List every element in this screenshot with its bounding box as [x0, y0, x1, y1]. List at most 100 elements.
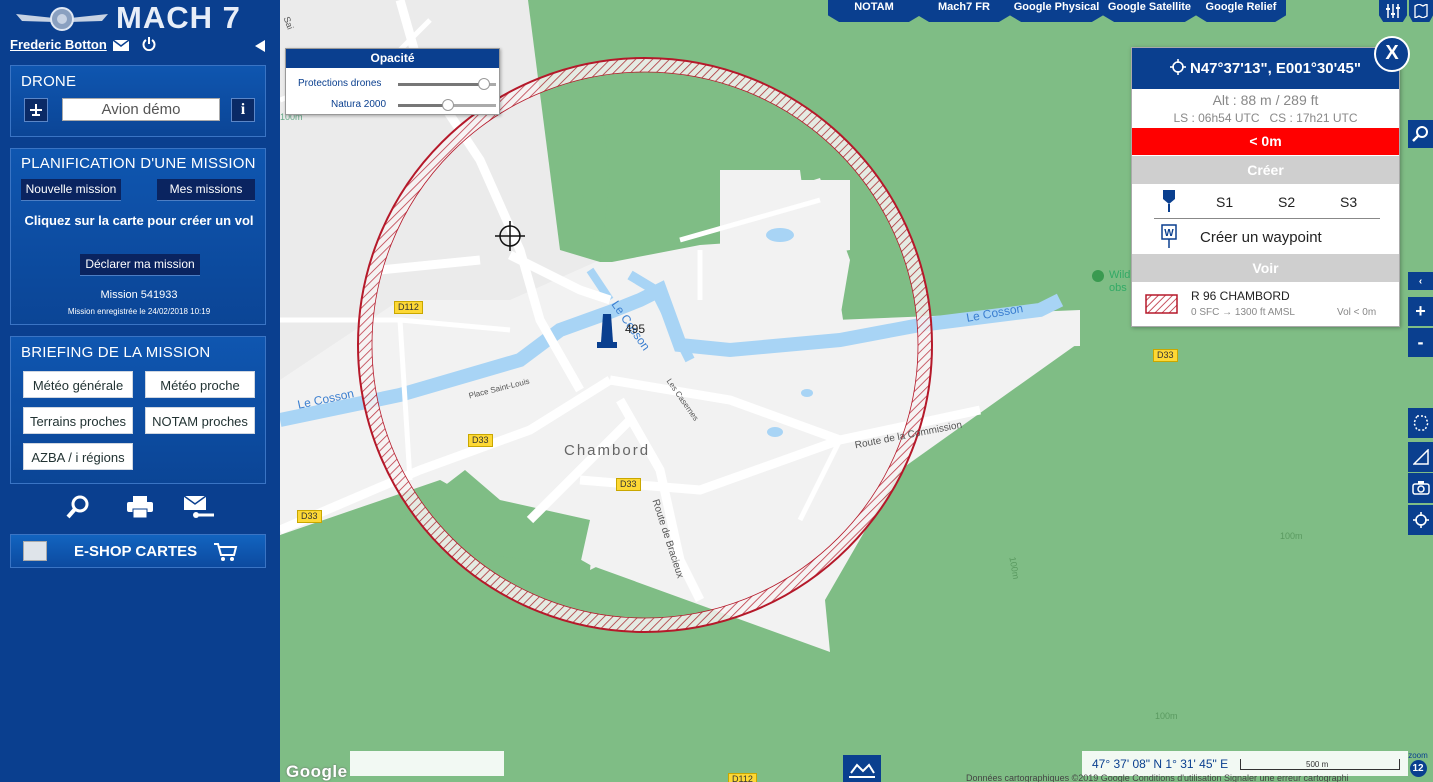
new-mission-button[interactable]: Nouvelle mission [21, 179, 121, 201]
road-label: D33 [468, 434, 493, 447]
divider [1154, 218, 1380, 219]
drone-heading: DRONE [21, 73, 77, 90]
tab-notam[interactable]: NOTAM [828, 0, 920, 22]
cursor-coordinates: 47° 37' 08" N 1° 31' 45" E [1092, 757, 1229, 771]
eshop-button[interactable]: E-SHOP CARTES [10, 534, 266, 568]
polygon-icon[interactable] [1408, 408, 1433, 438]
road-label: D112 [394, 301, 423, 314]
app-logo: MACH 7 [16, 0, 266, 35]
tab-google-physical[interactable]: Google Physical [1010, 0, 1103, 22]
print-icon[interactable] [127, 496, 153, 518]
svg-text:W: W [1164, 228, 1174, 239]
my-missions-button[interactable]: Mes missions [157, 179, 255, 201]
ruler-icon[interactable] [1408, 442, 1433, 472]
close-button[interactable]: X [1374, 36, 1410, 72]
mission-id: Mission 541933 [100, 289, 178, 301]
camera-icon[interactable] [1408, 473, 1433, 503]
road-label: D33 [616, 478, 641, 491]
coordinates-text: N47°37'13", E001°30'45" [1190, 60, 1361, 77]
mail-settings-icon[interactable] [182, 495, 216, 519]
target-icon[interactable] [1408, 505, 1433, 535]
view-heading: Voir [1132, 254, 1399, 282]
opacity-panel: Opacité Protections drones Natura 2000 [285, 48, 500, 115]
map-fold-icon[interactable] [1409, 0, 1433, 22]
cart-icon [214, 543, 238, 561]
user-row: Frederic Botton [10, 37, 270, 55]
tab-google-relief[interactable]: Google Relief [1196, 0, 1286, 22]
info-icon: i [240, 101, 246, 118]
drone-icon [30, 104, 42, 116]
opacity-slider[interactable] [398, 78, 496, 90]
opacity-row-label: Natura 2000 [331, 99, 387, 110]
nearby-airfields-button[interactable]: Terrains proches [23, 407, 133, 434]
slider-knob[interactable] [442, 99, 454, 111]
contour-label: 100m [1155, 711, 1178, 721]
tab-mach7-fr[interactable]: Mach7 FR [918, 0, 1010, 22]
road-label: D33 [297, 510, 322, 523]
slot-s2[interactable]: S2 [1278, 194, 1295, 210]
road-label: D33 [1153, 349, 1178, 362]
slider-fill [398, 104, 447, 107]
opacity-row-label: Protections drones [298, 78, 382, 89]
marker-icon[interactable] [1162, 190, 1176, 212]
briefing-heading: BRIEFING DE LA MISSION [21, 344, 211, 361]
town-label: Chambord [564, 442, 651, 459]
zoom-label: zoom [1408, 751, 1428, 760]
scale-label: 500 m [1306, 760, 1329, 769]
zone-name[interactable]: R 96 CHAMBORD [1191, 289, 1290, 303]
mail-icon[interactable] [112, 39, 130, 52]
general-weather-button[interactable]: Météo générale [23, 371, 133, 398]
info-button[interactable]: i [231, 98, 255, 122]
sidebar: MACH 7 Frederic Botton DRONE Avion démo … [0, 0, 280, 782]
search-result-box [350, 751, 504, 776]
slot-s1[interactable]: S1 [1216, 194, 1233, 210]
map-icon [23, 541, 47, 561]
altitude-text: Alt : 88 m / 289 ft [1212, 92, 1319, 108]
height-label: 495 [625, 322, 646, 336]
opacity-slider[interactable] [398, 99, 496, 111]
zoom-indicator: zoom 12 [1405, 751, 1431, 782]
zoom-value: 12 [1409, 760, 1427, 777]
poi-icon [1092, 270, 1104, 282]
azba-regions-button[interactable]: AZBA / i régions [23, 443, 133, 470]
sidebar-tools [10, 493, 266, 521]
search-icon[interactable] [66, 495, 90, 519]
slider-knob[interactable] [478, 78, 490, 90]
zone-altitude: 0 SFC → 1300 ft AMSL [1191, 307, 1295, 318]
slider-fill [398, 83, 485, 86]
sunrise-text: LS : 06h54 UTC [1173, 111, 1260, 125]
settings-sliders-icon[interactable] [1379, 0, 1407, 22]
road-label: D112 [728, 773, 757, 782]
create-waypoint-link[interactable]: Créer un waypoint [1200, 229, 1322, 246]
restricted-zone-swatch-icon [1145, 294, 1178, 314]
coordinates-header: N47°37'13", E001°30'45" [1132, 48, 1399, 89]
wings-logo-icon [16, 7, 108, 31]
search-icon[interactable] [1408, 120, 1433, 148]
slot-s3[interactable]: S3 [1340, 194, 1357, 210]
height-limit-banner: < 0m [1132, 128, 1399, 155]
collapse-arrow-icon[interactable] [254, 39, 266, 53]
briefing-panel: BRIEFING DE LA MISSION Météo générale Mé… [10, 336, 266, 484]
zoom-out-icon[interactable]: - [1408, 328, 1433, 357]
zone-flight-limit: Vol < 0m [1337, 307, 1377, 318]
power-icon[interactable] [142, 37, 156, 51]
elevation-profile-tab[interactable] [843, 755, 881, 782]
eshop-label: E-SHOP CARTES [74, 543, 198, 560]
declare-mission-button[interactable]: Déclarer ma mission [80, 254, 200, 276]
nearby-weather-button[interactable]: Météo proche [145, 371, 255, 398]
aircraft-field[interactable]: Avion démo [62, 98, 220, 121]
nearby-notam-button[interactable]: NOTAM proches [145, 407, 255, 434]
create-heading: Créer [1132, 156, 1399, 184]
poi-label: obs [1109, 282, 1127, 294]
locate-icon [1170, 59, 1186, 75]
layer-toggle-button[interactable]: ‹ [1408, 272, 1433, 290]
elevation-profile-icon [849, 763, 875, 778]
tab-google-satellite[interactable]: Google Satellite [1103, 0, 1196, 22]
waypoint-icon[interactable]: W [1161, 224, 1177, 248]
zoom-in-icon[interactable]: + [1408, 297, 1433, 326]
drone-select-button[interactable] [24, 98, 48, 122]
drone-panel: DRONE Avion démo i [10, 65, 266, 137]
map-attribution[interactable]: Données cartographiques ©2019 Google Con… [966, 773, 1349, 782]
mission-planning-panel: PLANIFICATION D'UNE MISSION Nouvelle mis… [10, 148, 266, 325]
user-name-link[interactable]: Frederic Botton [10, 37, 107, 52]
